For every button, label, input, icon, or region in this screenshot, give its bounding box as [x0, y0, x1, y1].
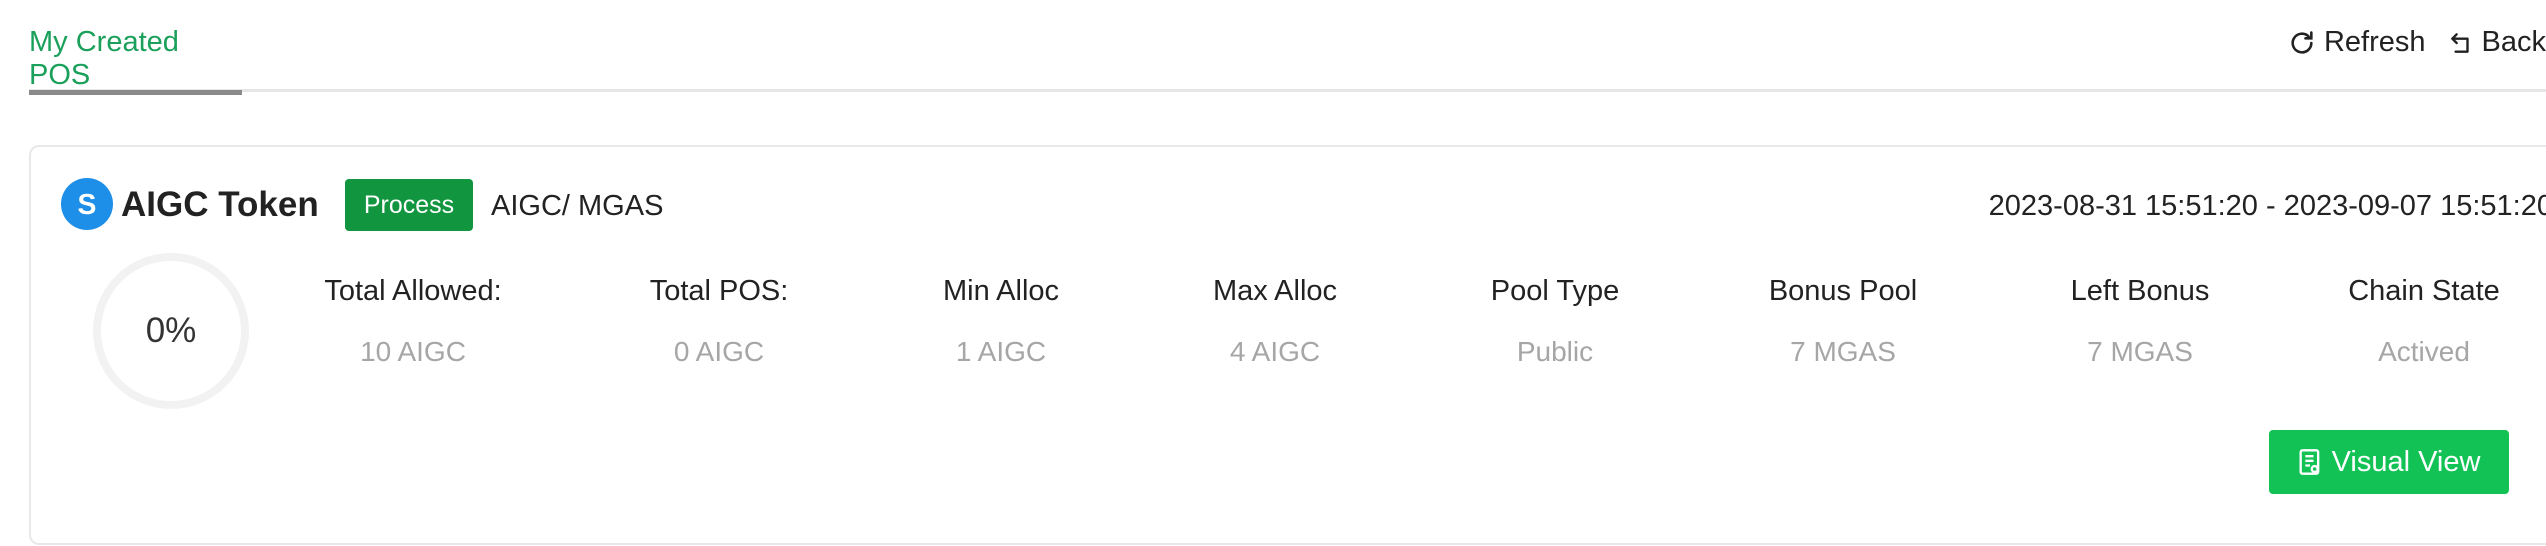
back-icon [2450, 32, 2469, 53]
stat-pool-type: Pool Type Public [1445, 275, 1665, 368]
stat-value: 7 MGAS [2087, 336, 2193, 367]
stat-total-pos: Total POS: 0 AIGC [609, 275, 829, 368]
stat-label: Left Bonus [2070, 275, 2210, 307]
visual-view-label: Visual View [2331, 445, 2481, 478]
token-logo-icon: S [61, 178, 113, 230]
stat-label: Total POS: [649, 275, 789, 307]
pool-card: S AIGC Token Process AIGC/ MGAS 2023-08-… [29, 145, 2546, 545]
tab-bar: My Created POS Refresh Back [29, 0, 2546, 95]
token-pair: AIGC/ MGAS [491, 190, 664, 222]
stat-total-allowed: Total Allowed: 10 AIGC [293, 275, 533, 368]
token-name: AIGC Token [121, 185, 319, 224]
refresh-button[interactable]: Refresh [2288, 26, 2426, 59]
tab-label: My Created POS [29, 26, 179, 91]
stat-left-bonus: Left Bonus 7 MGAS [2030, 275, 2250, 368]
visual-view-button[interactable]: Visual View [2269, 430, 2509, 494]
stat-label: Max Alloc [1212, 275, 1338, 307]
stat-chain-state: Chain State Actived [2304, 275, 2544, 368]
progress-percent: 0% [145, 311, 197, 350]
date-range: 2023-08-31 15:51:20 - 2023-09-07 15:51:2… [1988, 190, 2546, 222]
toolbar: Refresh Back [2288, 26, 2546, 59]
stat-value: Public [1516, 336, 1594, 367]
progress-ring: 0% [91, 251, 251, 411]
stat-label: Total Allowed: [324, 275, 502, 307]
stat-label: Pool Type [1490, 275, 1620, 307]
stat-label: Bonus Pool [1768, 275, 1918, 307]
stat-label: Min Alloc [942, 275, 1060, 307]
document-icon [2299, 449, 2319, 475]
stat-value: 1 AIGC [955, 336, 1047, 367]
stat-value: 7 MGAS [1790, 336, 1896, 367]
stat-min-alloc: Min Alloc 1 AIGC [891, 275, 1111, 368]
stat-label: Chain State [2348, 275, 2500, 307]
svg-text:S: S [78, 189, 97, 221]
refresh-icon [2291, 30, 2313, 54]
back-label: Back [2481, 26, 2546, 58]
stat-value: 10 AIGC [360, 336, 466, 367]
stat-value: 0 AIGC [673, 336, 765, 367]
tab-my-created-pos[interactable]: My Created POS [29, 26, 242, 95]
status-badge: Process [345, 179, 473, 231]
refresh-label: Refresh [2323, 26, 2426, 58]
stat-value: 4 AIGC [1229, 336, 1321, 367]
stat-max-alloc: Max Alloc 4 AIGC [1165, 275, 1385, 368]
stat-bonus-pool: Bonus Pool 7 MGAS [1733, 275, 1953, 368]
stat-value: Actived [2378, 336, 2470, 367]
back-button[interactable]: Back [2448, 26, 2546, 59]
active-tab-indicator [29, 90, 242, 95]
